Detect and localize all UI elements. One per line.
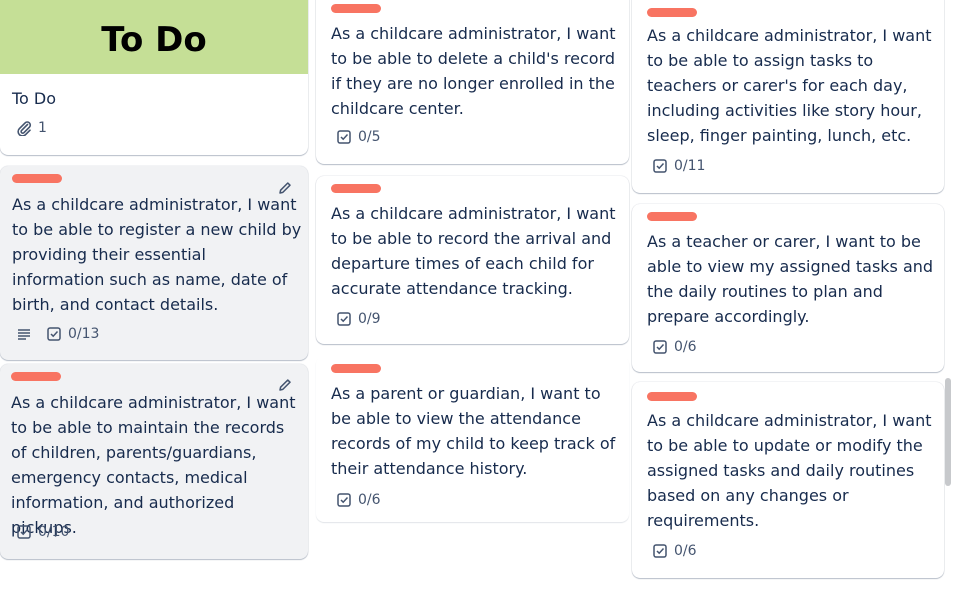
checklist-badge: 0/11 [652, 158, 705, 174]
checklist-badge: 0/10 [16, 524, 69, 540]
description-badge [16, 326, 32, 342]
checklist-icon [337, 493, 351, 507]
checklist-icon [653, 159, 667, 173]
card-view-attendance[interactable]: As a parent or guardian, I want to be ab… [316, 356, 629, 522]
card-cover: To Do [0, 0, 308, 74]
card-text: As a childcare administrator, I want to … [11, 393, 296, 537]
card-badges: 1 [16, 120, 47, 136]
card-update-tasks[interactable]: As a childcare administrator, I want to … [632, 382, 944, 578]
description-icon [18, 329, 30, 340]
checklist-count: 0/5 [358, 129, 381, 145]
card-assign-tasks[interactable]: As a childcare administrator, I want to … [632, 0, 944, 193]
card-todo-cover[interactable]: To Do To Do 1 [0, 0, 308, 155]
card-text: As a teacher or carer, I want to be able… [647, 232, 934, 326]
card-label[interactable] [331, 184, 381, 193]
card-cover-text: To Do [101, 20, 207, 60]
card-register-child[interactable]: As a childcare administrator, I want to … [0, 166, 308, 360]
checklist-badge: 0/6 [652, 339, 697, 355]
vertical-scrollbar[interactable] [945, 378, 951, 486]
card-badges: 0/9 [336, 311, 381, 327]
card-label[interactable] [647, 8, 697, 17]
card-label[interactable] [331, 4, 381, 13]
card-badges: 0/6 [652, 543, 697, 559]
checklist-icon [17, 525, 31, 539]
checklist-badge: 0/9 [336, 311, 381, 327]
checklist-count: 0/6 [358, 492, 381, 508]
card-text: As a childcare administrator, I want to … [331, 24, 616, 118]
card-label[interactable] [647, 212, 697, 221]
checklist-icon [653, 340, 667, 354]
checklist-icon [47, 327, 61, 341]
card-delete-record[interactable]: As a childcare administrator, I want to … [316, 0, 629, 164]
card-badges: 0/6 [336, 492, 381, 508]
paperclip-icon [17, 121, 32, 136]
card-label[interactable] [647, 392, 697, 401]
checklist-count: 0/6 [674, 543, 697, 559]
checklist-count: 0/10 [38, 524, 70, 540]
checklist-badge: 0/13 [46, 326, 99, 342]
card-text: As a childcare administrator, I want to … [647, 411, 932, 530]
checklist-count: 0/9 [358, 311, 381, 327]
checklist-count: 0/13 [68, 326, 100, 342]
card-text: As a childcare administrator, I want to … [12, 195, 302, 314]
card-record-arrival[interactable]: As a childcare administrator, I want to … [316, 176, 629, 344]
card-view-assigned-tasks[interactable]: As a teacher or carer, I want to be able… [632, 204, 944, 372]
checklist-badge: 0/6 [336, 492, 381, 508]
checklist-count: 0/11 [674, 158, 706, 174]
card-label[interactable] [331, 364, 381, 373]
card-badges: 0/5 [336, 129, 381, 145]
card-title: To Do [12, 89, 57, 108]
attachment-count: 1 [38, 120, 47, 136]
checklist-icon [337, 130, 351, 144]
card-text: As a parent or guardian, I want to be ab… [331, 384, 616, 478]
attachment-badge: 1 [16, 120, 47, 136]
card-text: As a childcare administrator, I want to … [647, 26, 932, 145]
card-badges: 0/10 [16, 524, 69, 540]
card-text: As a childcare administrator, I want to … [331, 204, 616, 298]
checklist-icon [337, 312, 351, 326]
card-badges: 0/6 [652, 339, 697, 355]
checklist-icon [653, 544, 667, 558]
card-badges: 0/13 [16, 326, 99, 342]
card-badges: 0/11 [652, 158, 705, 174]
card-label[interactable] [12, 174, 62, 183]
checklist-badge: 0/6 [652, 543, 697, 559]
card-label[interactable] [11, 372, 61, 381]
card-maintain-records[interactable]: As a childcare administrator, I want to … [0, 364, 308, 559]
checklist-badge: 0/5 [336, 129, 381, 145]
checklist-count: 0/6 [674, 339, 697, 355]
